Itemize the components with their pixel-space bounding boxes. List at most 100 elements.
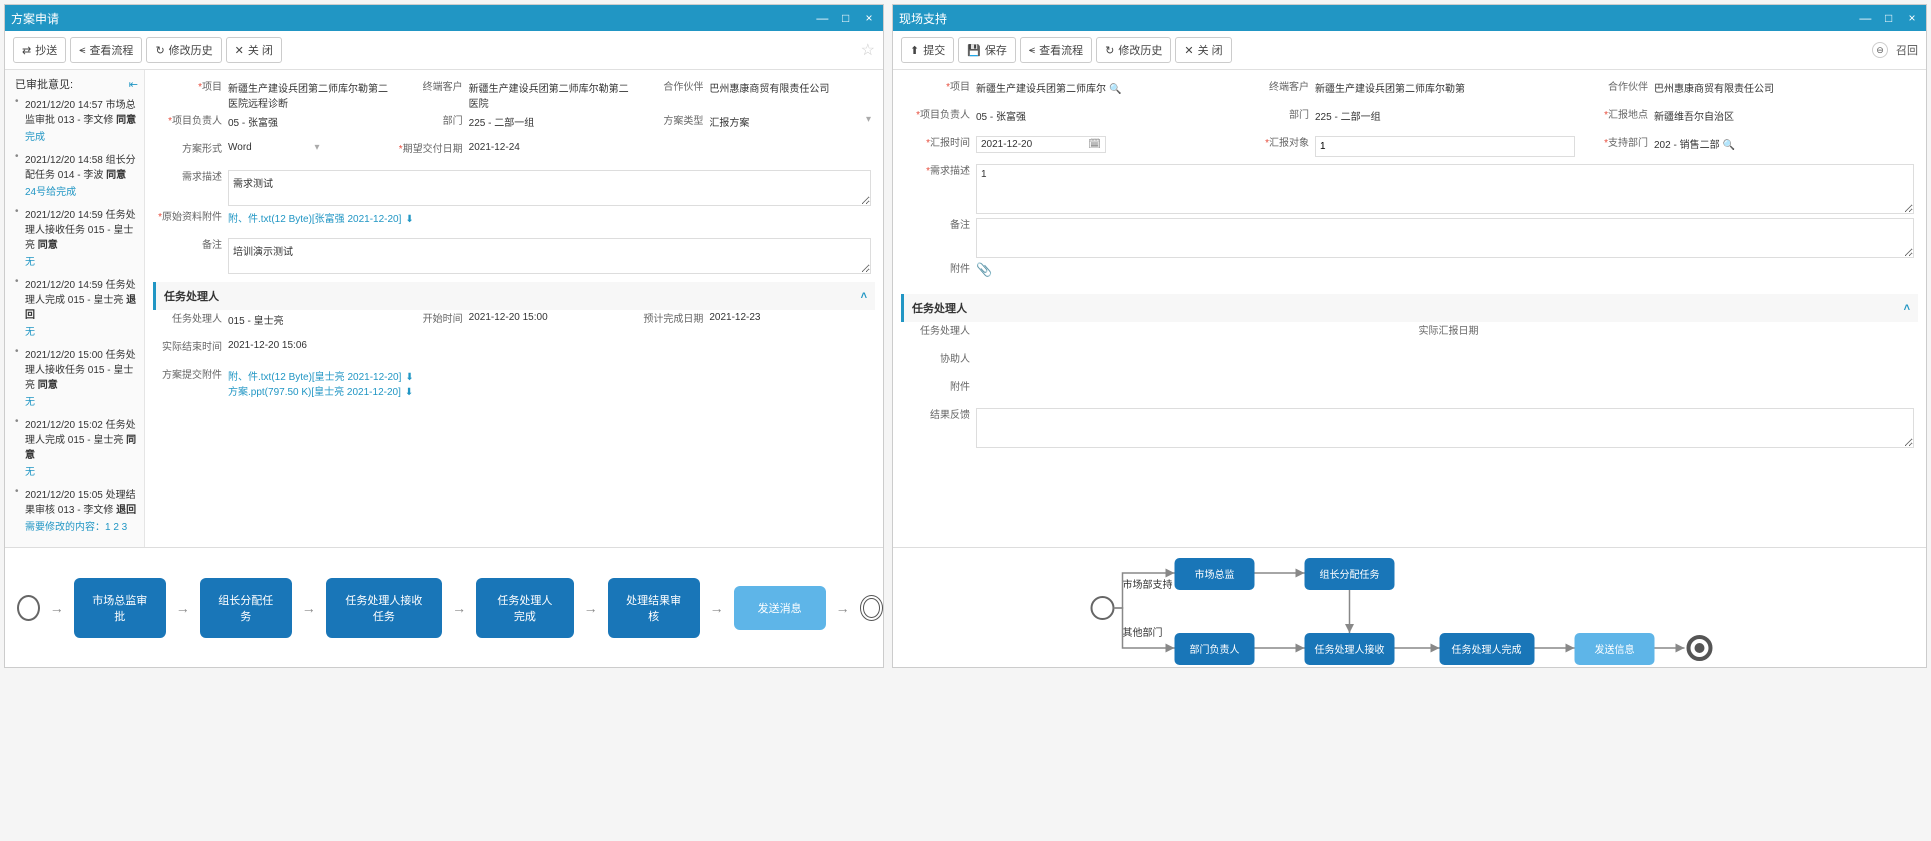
- close-button[interactable]: ✕关 闭: [1175, 37, 1231, 63]
- flow-diagram-left: → 市场总监审批 → 组长分配任务 → 任务处理人接收任务 → 任务处理人完成 …: [5, 547, 883, 667]
- history-button[interactable]: ↻修改历史: [1096, 37, 1171, 63]
- approval-link[interactable]: 无: [25, 323, 138, 338]
- val-endcustomer: 新疆生产建设兵团第二师库尔勒第二医院: [469, 78, 635, 112]
- titlebar-left: 方案申请 — □ ×: [5, 5, 883, 31]
- val-region-r[interactable]: 新疆维吾尔自治区: [1654, 106, 1918, 134]
- calendar-icon[interactable]: 🗓: [1088, 139, 1101, 150]
- approval-link[interactable]: 无: [25, 393, 138, 408]
- submit-button[interactable]: ⬆提交: [901, 37, 954, 63]
- maximize-icon[interactable]: □: [1881, 11, 1897, 25]
- lbl-srcattach: 原始资料附件: [153, 208, 228, 236]
- collapse-toggle-icon[interactable]: ⊖: [1872, 42, 1888, 58]
- download-icon[interactable]: ⬇: [405, 214, 413, 225]
- history-button[interactable]: ↻修改历史: [146, 37, 221, 63]
- lbl-project: 项目: [153, 78, 228, 112]
- minimize-icon[interactable]: —: [814, 11, 830, 25]
- form-area-right: 项目 新疆生产建设兵团第二师库尔🔍 终端客户 新疆生产建设兵团第二师库尔勒第 合…: [893, 70, 1926, 547]
- attachment-link[interactable]: 附、件.txt(12 Byte)[皇士亮 2021-12-20]⬇: [228, 372, 414, 383]
- save-icon: 💾: [967, 44, 981, 57]
- toolbar-left: ⇄抄送 ⪪查看流程 ↻修改历史 ✕关 闭 ☆: [5, 31, 883, 70]
- flow-node[interactable]: 处理结果审核: [608, 578, 700, 638]
- val-plantype[interactable]: 汇报方案: [709, 118, 749, 129]
- lbl-owner: 项目负责人: [153, 112, 228, 140]
- lbl-owner-r: 项目负责人: [901, 106, 976, 134]
- download-icon[interactable]: ⬇: [405, 387, 413, 398]
- rptobj-input[interactable]: [1315, 136, 1575, 157]
- val-supdept-r[interactable]: 202 - 销售二部: [1654, 140, 1720, 151]
- approval-link[interactable]: 完成: [25, 128, 138, 143]
- lbl-result-r: 结果反馈: [901, 406, 976, 450]
- trace-button[interactable]: 召回: [1896, 42, 1918, 58]
- chevron-up-icon[interactable]: ˄: [1904, 302, 1910, 314]
- flow-node[interactable]: 市场总监审批: [74, 578, 166, 638]
- close-icon[interactable]: ×: [861, 11, 877, 25]
- date-input[interactable]: 2021-12-20🗓: [976, 136, 1106, 153]
- approval-entry: 2021/12/20 15:02 任务处理人完成 015 - 皇士亮 同意无: [15, 416, 138, 478]
- svg-text:部门负责人: 部门负责人: [1190, 643, 1240, 656]
- val-owner-r: 05 - 张富强: [976, 106, 1240, 134]
- maximize-icon[interactable]: □: [838, 11, 854, 25]
- approval-link[interactable]: 需要修改的内容：1 2 3: [25, 518, 138, 533]
- flow-node[interactable]: 任务处理人接收任务: [326, 578, 442, 638]
- section-task-handler-r[interactable]: 任务处理人 ˄: [901, 294, 1918, 322]
- viewflow-button[interactable]: ⪪查看流程: [1020, 37, 1092, 63]
- share-icon: ⪪: [79, 44, 85, 57]
- section-task-handler[interactable]: 任务处理人 ˄: [153, 282, 875, 310]
- chevron-up-icon[interactable]: ˄: [861, 290, 867, 302]
- attachment-link[interactable]: 附、件.txt(12 Byte)[张富强 2021-12-20]⬇: [228, 214, 414, 225]
- val-reqdesc-r[interactable]: 1: [976, 164, 1914, 214]
- val-format[interactable]: Word: [228, 142, 252, 153]
- lbl-project-r: 项目: [901, 78, 976, 106]
- lbl-attach2-r: 附件: [901, 378, 976, 406]
- arrow-icon: →: [50, 600, 64, 616]
- x-icon: ✕: [1184, 44, 1193, 57]
- close-icon[interactable]: ×: [1904, 11, 1920, 25]
- flow-node[interactable]: 组长分配任务: [200, 578, 292, 638]
- val-endcustomer-r: 新疆生产建设兵团第二师库尔勒第: [1315, 78, 1579, 106]
- window-controls-left: — □ ×: [810, 11, 877, 25]
- lbl-partner: 合作伙伴: [634, 78, 709, 112]
- download-icon[interactable]: ⬇: [405, 372, 413, 383]
- history-icon: ↻: [155, 44, 164, 57]
- val-project-r[interactable]: 新疆生产建设兵团第二师库尔: [976, 84, 1106, 95]
- approval-link[interactable]: 无: [25, 463, 138, 478]
- toolbar-right: ⬆提交 💾保存 ⪪查看流程 ↻修改历史 ✕关 闭 ⊖ 召回: [893, 31, 1926, 70]
- val-handler-r[interactable]: [976, 322, 1410, 350]
- chevron-down-icon[interactable]: ▾: [315, 142, 320, 153]
- minimize-icon[interactable]: —: [1857, 11, 1873, 25]
- val-assistant-r[interactable]: [976, 350, 1918, 378]
- search-icon[interactable]: 🔍: [1109, 84, 1121, 95]
- viewflow-button[interactable]: ⪪查看流程: [70, 37, 142, 63]
- lbl-handler-r: 任务处理人: [901, 322, 976, 350]
- approval-entry: 2021/12/20 15:05 处理结果审核 013 - 李文修 退回需要修改…: [15, 486, 138, 533]
- lbl-duedate: 期望交付日期: [394, 140, 469, 168]
- star-icon[interactable]: ☆: [861, 40, 875, 60]
- svg-text:市场总监: 市场总监: [1195, 568, 1235, 581]
- val-actualdate-r[interactable]: [1485, 322, 1919, 350]
- val-project: 新疆生产建设兵团第二师库尔勒第二医院远程诊断: [228, 78, 394, 112]
- approval-link[interactable]: 24号给完成: [25, 183, 138, 198]
- val-remark[interactable]: 培训演示测试: [228, 238, 871, 274]
- save-button[interactable]: 💾保存: [958, 37, 1016, 63]
- attachment-link[interactable]: 方案.ppt(797.50 K)[皇士亮 2021-12-20]⬇: [228, 387, 413, 398]
- val-partner-r: 巴州惠康商贸有限责任公司: [1654, 78, 1918, 106]
- flow-node[interactable]: 任务处理人完成: [476, 578, 574, 638]
- val-attach2-r[interactable]: [976, 378, 1918, 406]
- val-reqdesc[interactable]: 需求测试: [228, 170, 871, 206]
- val-remark-r[interactable]: [976, 218, 1914, 258]
- flow-start-icon: [17, 595, 40, 621]
- titlebar-right: 现场支持 — □ ×: [893, 5, 1926, 31]
- close-button[interactable]: ✕关 闭: [226, 37, 282, 63]
- collapse-icon[interactable]: ⇤: [129, 78, 138, 91]
- lbl-remark: 备注: [153, 236, 228, 276]
- search-icon[interactable]: 🔍: [1723, 140, 1735, 151]
- approval-link[interactable]: 无: [25, 253, 138, 268]
- approval-entry: 2021/12/20 14:57 市场总监审批 013 - 李文修 同意完成: [15, 96, 138, 143]
- share-icon: ⪪: [1029, 44, 1035, 57]
- chevron-down-icon[interactable]: ▾: [866, 114, 871, 125]
- flow-node[interactable]: 发送消息: [734, 586, 826, 630]
- copy-button[interactable]: ⇄抄送: [13, 37, 66, 63]
- paperclip-icon[interactable]: 📎: [976, 262, 992, 277]
- val-result-r[interactable]: [976, 408, 1914, 448]
- arrow-icon: →: [836, 600, 850, 616]
